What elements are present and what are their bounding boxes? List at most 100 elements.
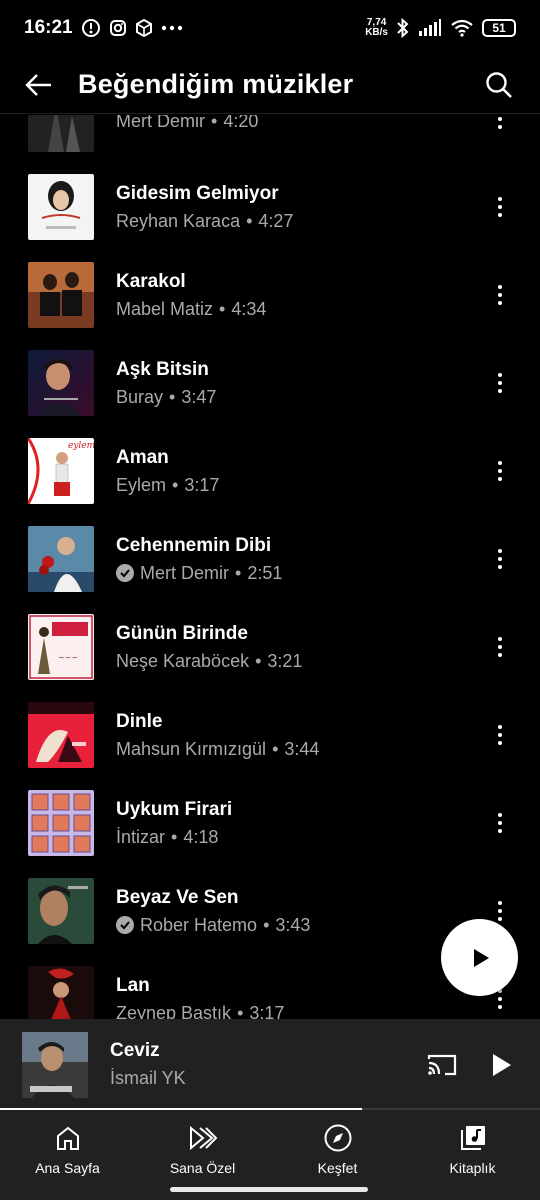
album-art xyxy=(28,262,94,328)
battery-icon: 51 xyxy=(482,19,516,37)
track-row[interactable]: Uykum Firari İntizar • 4:18 xyxy=(0,779,540,867)
mini-player[interactable]: Ceviz İsmail YK xyxy=(0,1019,540,1110)
more-vert-icon xyxy=(498,197,502,217)
track-artist: Mert Demir xyxy=(140,562,229,583)
library-icon xyxy=(457,1122,489,1154)
home-indicator[interactable] xyxy=(170,1187,368,1192)
album-art xyxy=(28,790,94,856)
shuffle-play-button[interactable] xyxy=(441,919,518,996)
more-options-button[interactable] xyxy=(478,353,522,413)
track-title: Cehennemin Dibi xyxy=(116,534,272,556)
page-title: Beğendiğim müzikler xyxy=(78,69,354,99)
nav-label: Kitaplık xyxy=(449,1160,496,1176)
album-art: eylem xyxy=(28,438,94,504)
track-duration: 4:34 xyxy=(231,298,267,319)
separator: • xyxy=(237,1002,244,1020)
track-duration: 4:27 xyxy=(258,210,294,231)
album-art: ~~~ xyxy=(28,614,94,680)
separator: • xyxy=(219,298,226,319)
cast-button[interactable] xyxy=(412,1035,472,1095)
album-art xyxy=(28,115,94,152)
back-button[interactable] xyxy=(0,56,78,114)
box-icon xyxy=(135,19,153,37)
separator: • xyxy=(172,474,179,495)
more-options-button[interactable] xyxy=(478,793,522,853)
separator: • xyxy=(255,650,262,671)
track-subtitle: Rober Hatemo • 3:43 xyxy=(116,913,478,937)
signal-icon xyxy=(418,19,442,37)
more-options-button[interactable] xyxy=(478,441,522,501)
track-artist: Mahsun Kırmızıgül xyxy=(116,738,267,759)
more-vert-icon xyxy=(498,637,502,657)
separator: • xyxy=(263,914,270,935)
more-options-button[interactable] xyxy=(478,705,522,765)
search-button[interactable] xyxy=(466,56,532,114)
track-row[interactable]: Mert Demir • 4:20 xyxy=(0,115,540,163)
mini-player-play-button[interactable] xyxy=(472,1035,532,1095)
album-art xyxy=(28,526,94,592)
battery-level: 51 xyxy=(492,21,506,35)
track-duration: 3:17 xyxy=(249,1002,285,1020)
track-title: Dinle xyxy=(116,710,163,732)
more-vert-icon xyxy=(498,285,502,305)
samples-icon xyxy=(187,1122,219,1154)
separator: • xyxy=(211,115,218,131)
track-row[interactable]: Aşk Bitsin Buray • 3:47 xyxy=(0,339,540,427)
now-playing-artist: İsmail YK xyxy=(110,1068,186,1088)
nav-home[interactable]: Ana Sayfa xyxy=(0,1110,135,1200)
track-row[interactable]: Cehennemin Dibi Mert Demir • 2:51 xyxy=(0,515,540,603)
home-icon xyxy=(52,1122,84,1154)
track-artist: Mabel Matiz xyxy=(116,298,214,319)
notification-icon xyxy=(81,18,101,38)
nav-label: Sana Özel xyxy=(169,1160,236,1176)
separator: • xyxy=(171,826,178,847)
now-playing-art xyxy=(22,1031,88,1098)
track-row[interactable]: Dinle Mahsun Kırmızıgül • 3:44 xyxy=(0,691,540,779)
track-title: Gidesim Gelmiyor xyxy=(116,182,279,204)
track-duration: 3:43 xyxy=(275,914,311,935)
track-title: Aman xyxy=(116,446,169,468)
now-playing-title: Ceviz xyxy=(110,1040,160,1061)
nav-label: Ana Sayfa xyxy=(35,1160,100,1176)
track-row[interactable]: Gidesim Gelmiyor Reyhan Karaca • 4:27 xyxy=(0,163,540,251)
album-art xyxy=(28,174,94,240)
status-time: 16:21 xyxy=(24,17,73,38)
more-vert-icon xyxy=(498,549,502,569)
track-subtitle: Buray • 3:47 xyxy=(116,385,478,409)
album-art xyxy=(28,966,94,1019)
track-list[interactable]: Mert Demir • 4:20 Gidesim Gelmiyor Reyha… xyxy=(0,115,540,1019)
more-options-button[interactable] xyxy=(478,115,522,149)
track-subtitle: Zeynep Bastık • 3:17 xyxy=(116,1001,478,1020)
app-header: Beğendiğim müzikler xyxy=(0,56,540,114)
more-options-button[interactable] xyxy=(478,265,522,325)
track-title: Karakol xyxy=(116,270,186,292)
track-row[interactable]: Karakol Mabel Matiz • 4:34 xyxy=(0,251,540,339)
track-duration: 4:18 xyxy=(183,826,219,847)
track-row[interactable]: ~~~ Günün Birinde Neşe Karaböcek • 3:21 xyxy=(0,603,540,691)
track-row[interactable]: eylem Aman Eylem • 3:17 xyxy=(0,427,540,515)
track-artist: Buray xyxy=(116,386,164,407)
verified-icon xyxy=(116,563,134,582)
more-vert-icon xyxy=(498,813,502,833)
more-options-button[interactable] xyxy=(478,529,522,589)
album-art xyxy=(28,350,94,416)
separator: • xyxy=(235,562,242,583)
nav-library[interactable]: Kitaplık xyxy=(405,1110,540,1200)
album-art xyxy=(28,878,94,944)
compass-icon xyxy=(322,1122,354,1154)
more-options-button[interactable] xyxy=(478,177,522,237)
more-options-button[interactable] xyxy=(478,617,522,677)
more-vert-icon xyxy=(498,901,502,921)
bottom-navigation: Ana Sayfa Sana Özel Keşfet Kitaplık xyxy=(0,1110,540,1200)
svg-text:eylem: eylem xyxy=(68,441,94,451)
bluetooth-icon xyxy=(396,18,410,38)
track-title: Lan xyxy=(116,974,150,996)
svg-text:~~~: ~~~ xyxy=(58,653,78,662)
track-artist: Neşe Karaböcek xyxy=(116,650,250,671)
track-subtitle: Reyhan Karaca • 4:27 xyxy=(116,209,478,233)
track-duration: 3:21 xyxy=(267,650,303,671)
more-vert-icon xyxy=(498,989,502,1009)
verified-icon xyxy=(116,915,134,934)
track-title: Beyaz Ve Sen xyxy=(116,886,239,908)
track-artist: Rober Hatemo xyxy=(140,914,258,935)
